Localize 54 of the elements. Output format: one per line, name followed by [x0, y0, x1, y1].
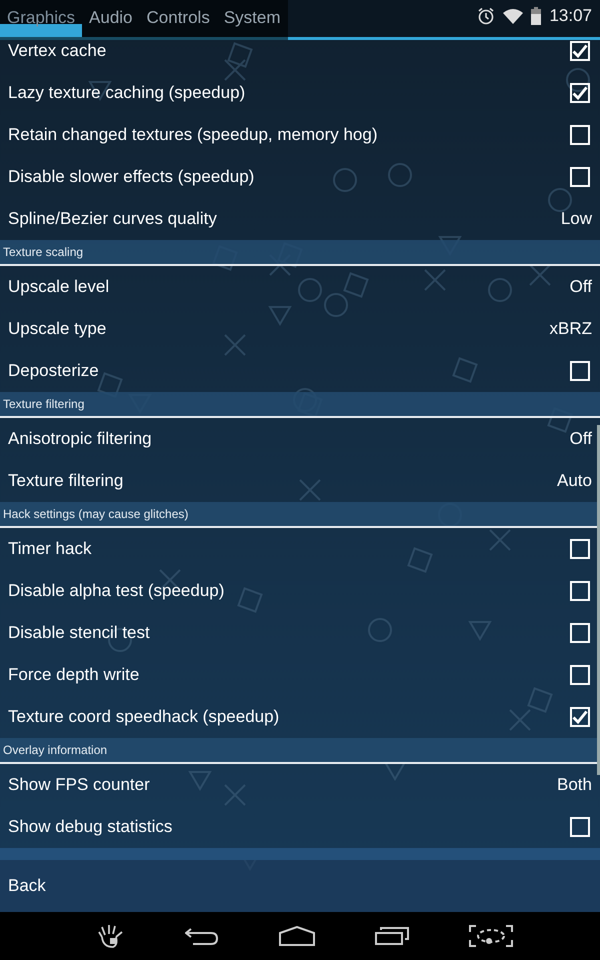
setting-label[interactable]: Spline/Bezier curves quality [8, 209, 217, 229]
setting-label[interactable]: Texture coord speedhack (speedup) [8, 707, 280, 727]
setting-value[interactable]: Low [560, 209, 592, 229]
section-header: Hack settings (may cause glitches) [0, 502, 600, 528]
checkbox[interactable] [570, 817, 590, 837]
setting-label[interactable]: Retain changed textures (speedup, memory hog) [8, 125, 378, 145]
setting-value[interactable]: Auto [557, 471, 592, 491]
setting-value[interactable]: Off [570, 277, 592, 297]
section-header: Texture scaling [0, 240, 600, 266]
setting-label[interactable]: Texture filtering [8, 471, 124, 491]
alarm-icon [477, 6, 496, 24]
checkbox[interactable] [570, 539, 590, 559]
back-button[interactable]: Back [8, 876, 46, 896]
checkbox[interactable] [570, 83, 590, 103]
setting-label[interactable]: Show FPS counter [8, 775, 150, 795]
setting-label[interactable]: Anisotropic filtering [8, 429, 152, 449]
screenshot-icon[interactable] [469, 925, 513, 947]
setting-label[interactable]: Upscale type [8, 319, 106, 339]
section-header: Texture filtering [0, 392, 600, 418]
setting-label[interactable]: Deposterize [8, 361, 99, 381]
checkmark-icon [572, 710, 588, 724]
back-icon[interactable] [185, 926, 219, 946]
clock-time: 13:07 [549, 6, 592, 26]
hand-icon[interactable] [97, 923, 125, 949]
setting-label[interactable]: Vertex cache [8, 41, 106, 61]
checkmark-icon [572, 86, 588, 100]
tab[interactable]: System [216, 0, 288, 37]
battery-icon [531, 6, 542, 24]
setting-value[interactable]: Both [557, 775, 592, 795]
tab[interactable]: Audio [82, 0, 140, 37]
checkbox[interactable] [570, 707, 590, 727]
checkmark-icon [572, 44, 588, 58]
setting-label[interactable]: Lazy texture caching (speedup) [8, 83, 246, 103]
setting-label[interactable]: Force depth write [8, 665, 140, 685]
setting-label[interactable]: Disable slower effects (speedup) [8, 167, 254, 187]
setting-value[interactable]: Off [570, 429, 592, 449]
setting-label[interactable]: Disable alpha test (speedup) [8, 581, 224, 601]
section-header: Overlay information [0, 738, 600, 764]
wifi-icon [503, 8, 524, 24]
checkbox[interactable] [570, 167, 590, 187]
setting-value[interactable]: xBRZ [550, 319, 592, 339]
checkbox[interactable] [570, 581, 590, 601]
setting-label[interactable]: Disable stencil test [8, 623, 150, 643]
recents-icon[interactable] [375, 926, 409, 946]
setting-label[interactable]: Upscale level [8, 277, 110, 297]
checkbox[interactable] [570, 623, 590, 643]
checkbox[interactable] [570, 125, 590, 145]
setting-label[interactable]: Show debug statistics [8, 817, 172, 837]
checkbox[interactable] [570, 361, 590, 381]
checkbox[interactable] [570, 665, 590, 685]
setting-label[interactable]: Timer hack [8, 539, 92, 559]
home-icon[interactable] [279, 926, 315, 946]
checkbox[interactable] [570, 41, 590, 61]
tab[interactable]: Controls [140, 0, 217, 37]
